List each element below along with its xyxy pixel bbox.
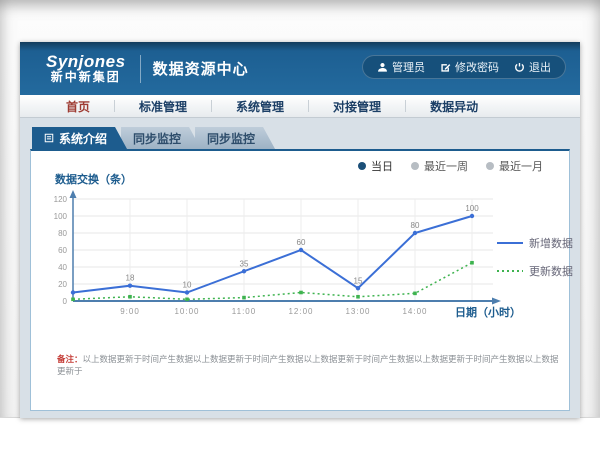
tab-label: 同步监控: [207, 130, 255, 147]
svg-text:40: 40: [58, 263, 67, 272]
time-range-filter: 当日 最近一周 最近一月: [358, 158, 543, 174]
svg-text:15: 15: [354, 276, 363, 285]
chart-legend: 新增数据更新数据: [497, 235, 573, 279]
svg-text:80: 80: [411, 221, 420, 230]
footnote-prefix: 备注：: [57, 354, 83, 364]
radio-dot: [486, 162, 494, 170]
radio-last-month[interactable]: 最近一月: [486, 158, 543, 174]
svg-text:120: 120: [54, 195, 68, 204]
svg-text:20: 20: [58, 280, 67, 289]
tab-sync-monitor-2[interactable]: 同步监控: [195, 127, 275, 149]
svg-text:14:00: 14:00: [402, 307, 427, 316]
legend-line-sample: [497, 267, 523, 275]
chart-panel: 当日 最近一周 最近一月 数据交换（条） 0 20 40 60 80 100 120 9:00…: [30, 149, 570, 411]
nav-item-system-mgmt[interactable]: 系统管理: [212, 98, 308, 115]
app-header: Synjones 新中新集团 数据资源中心 管理员 修改密码 退出: [20, 42, 580, 95]
user-label: 管理员: [392, 59, 425, 75]
logout-button[interactable]: 退出: [514, 59, 551, 75]
nav-item-standard-mgmt[interactable]: 标准管理: [115, 98, 211, 115]
svg-text:12:00: 12:00: [288, 307, 313, 316]
footnote-text: 以上数据更新于时间产生数据以上数据更新于时间产生数据以上数据更新于时间产生数据以…: [57, 354, 559, 376]
radio-last-week[interactable]: 最近一周: [411, 158, 468, 174]
tab-system-intro[interactable]: 系统介绍: [32, 127, 127, 149]
line-chart: 0 20 40 60 80 100 120 9:00 10:00 11:00 12:00 13:00 1…: [41, 187, 511, 327]
svg-text:18: 18: [126, 274, 135, 283]
radio-label: 当日: [371, 158, 393, 174]
screen: Synjones 新中新集团 数据资源中心 管理员 修改密码 退出: [0, 0, 600, 450]
tab-label: 同步监控: [133, 130, 181, 147]
legend-label: 新增数据: [529, 235, 573, 251]
svg-text:80: 80: [58, 229, 67, 238]
radio-label: 最近一月: [499, 158, 543, 174]
svg-text:100: 100: [465, 204, 479, 213]
radio-dot: [358, 162, 366, 170]
nav-item-data-change[interactable]: 数据异动: [406, 98, 502, 115]
legend-item: 更新数据: [497, 263, 573, 279]
svg-text:35: 35: [240, 259, 249, 268]
legend-label: 更新数据: [529, 263, 573, 279]
tab-label: 系统介绍: [59, 130, 107, 147]
radio-dot: [411, 162, 419, 170]
x-axis-title: 日期（小时）: [455, 304, 521, 320]
y-axis-title: 数据交换（条）: [55, 171, 132, 187]
svg-text:10:00: 10:00: [174, 307, 199, 316]
svg-text:60: 60: [297, 238, 306, 247]
nav-item-interface-mgmt[interactable]: 对接管理: [309, 98, 405, 115]
header-divider: [140, 55, 141, 83]
logout-label: 退出: [529, 59, 551, 75]
svg-text:9:00: 9:00: [120, 307, 140, 316]
user-button[interactable]: 管理员: [377, 59, 425, 75]
legend-line-sample: [497, 239, 523, 247]
change-password-button[interactable]: 修改密码: [440, 59, 499, 75]
legend-item: 新增数据: [497, 235, 573, 251]
tab-sync-monitor-1[interactable]: 同步监控: [121, 127, 201, 149]
svg-text:0: 0: [63, 297, 68, 306]
brand-logo-en: Synjones: [46, 53, 126, 71]
svg-text:13:00: 13:00: [345, 307, 370, 316]
svg-text:10: 10: [183, 281, 192, 290]
radio-today[interactable]: 当日: [358, 158, 393, 174]
tab-bar: 系统介绍 同步监控 同步监控: [32, 127, 275, 149]
brand-logo: Synjones 新中新集团: [46, 53, 126, 83]
radio-label: 最近一周: [424, 158, 468, 174]
brand-logo-cn: 新中新集团: [46, 71, 126, 84]
chart-svg: 0 20 40 60 80 100 120 9:00 10:00 11:00 12:00 13:00 1…: [41, 187, 511, 327]
svg-text:100: 100: [54, 212, 68, 221]
content-area: 系统介绍 同步监控 同步监控 当日 最近一周: [20, 118, 580, 418]
edit-icon: [440, 62, 451, 73]
app-window: Synjones 新中新集团 数据资源中心 管理员 修改密码 退出: [20, 42, 580, 418]
svg-text:60: 60: [58, 246, 67, 255]
nav-item-home[interactable]: 首页: [42, 98, 114, 115]
footnote: 备注：以上数据更新于时间产生数据以上数据更新于时间产生数据以上数据更新于时间产生…: [57, 353, 562, 377]
user-toolbar: 管理员 修改密码 退出: [362, 55, 566, 79]
app-title: 数据资源中心: [153, 58, 249, 79]
svg-text:11:00: 11:00: [232, 307, 256, 316]
power-icon: [514, 62, 525, 73]
main-nav: 首页 标准管理 系统管理 对接管理 数据异动: [20, 95, 580, 118]
user-icon: [377, 62, 388, 73]
change-password-label: 修改密码: [455, 59, 499, 75]
document-icon: [44, 133, 54, 143]
